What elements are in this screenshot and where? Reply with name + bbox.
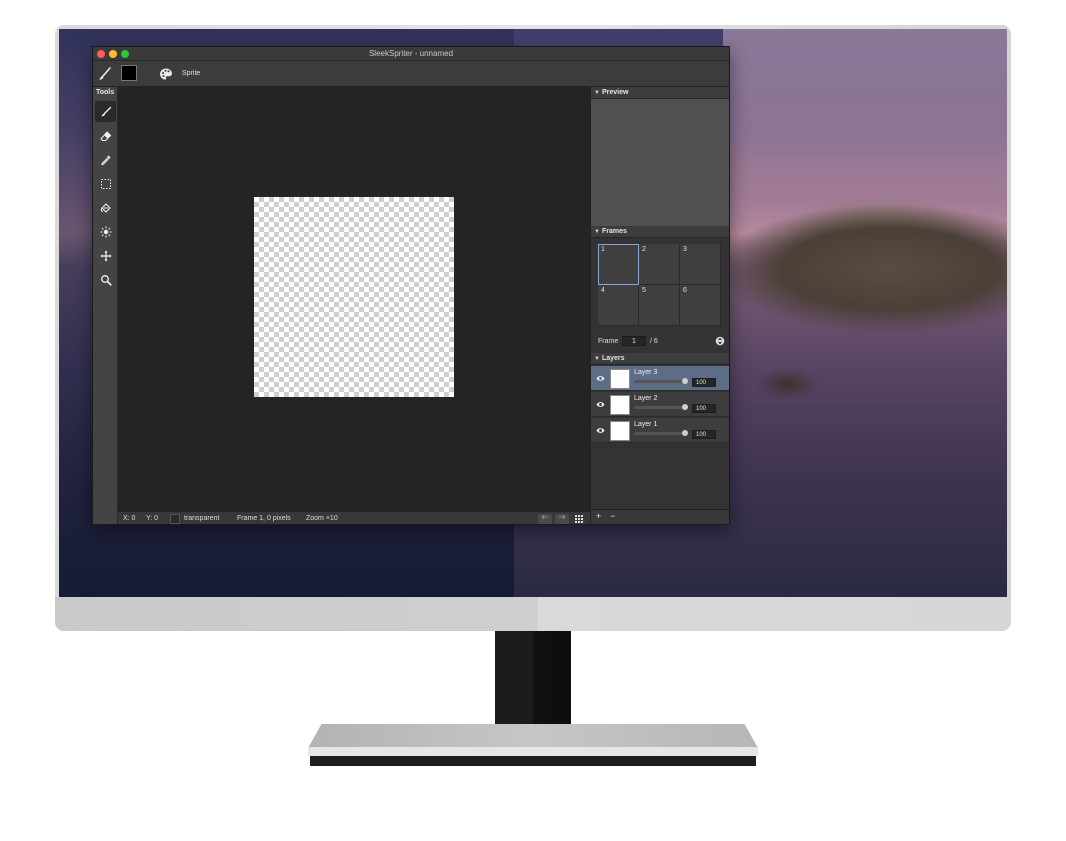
selection-icon — [100, 178, 111, 189]
tool-brush[interactable] — [95, 101, 116, 122]
status-bar: X: 0 Y: 0 transparent Frame 1, 0 pixels … — [118, 511, 590, 524]
move-icon — [100, 250, 111, 261]
eye-icon[interactable] — [596, 374, 605, 383]
brightness-icon — [99, 225, 112, 238]
remove-layer-button[interactable]: − — [610, 511, 615, 521]
tool-zoom[interactable] — [95, 269, 116, 290]
redo-button[interactable] — [555, 514, 569, 524]
frame-cell[interactable]: 1 — [598, 244, 639, 285]
frame-navigator: Frame 1 / 6 — [598, 336, 726, 347]
side-panels: ▼ Preview ▼ Frames 1 2 3 4 5 6 Frame 1 / 6… — [590, 87, 729, 524]
brush-icon — [101, 106, 111, 116]
cursor-x: X: 0 — [123, 515, 136, 522]
layer-name[interactable]: Layer 1 — [634, 421, 657, 428]
opacity-field[interactable]: 100 — [692, 430, 716, 439]
tool-brightness[interactable] — [95, 221, 116, 242]
layer-thumbnail — [610, 369, 630, 389]
monitor-chin — [55, 597, 1011, 631]
opacity-field[interactable]: 100 — [692, 404, 716, 413]
frames-header[interactable]: ▼ Frames — [591, 226, 729, 238]
frame-label: Frame — [598, 338, 619, 345]
hover-color-swatch — [170, 514, 180, 524]
frame-cell[interactable]: 3 — [680, 244, 721, 285]
frame-cell[interactable]: 6 — [680, 285, 721, 326]
canvas-area[interactable] — [118, 87, 590, 511]
disclosure-triangle-icon: ▼ — [594, 90, 600, 96]
eye-icon[interactable] — [596, 426, 605, 435]
mode-label[interactable]: Sprite — [182, 70, 200, 77]
app-window: SleekSpriter - unnamed Sprite Tools X: 0… — [92, 46, 730, 525]
hover-color-name: transparent — [184, 515, 220, 522]
slider-knob[interactable] — [682, 404, 688, 410]
opacity-field[interactable]: 100 — [692, 378, 716, 387]
eye-icon[interactable] — [596, 400, 605, 409]
palette-icon[interactable] — [159, 67, 173, 81]
disclosure-triangle-icon: ▼ — [594, 356, 600, 362]
layer-row[interactable]: Layer 2 100 — [591, 392, 729, 417]
zoom-icon — [100, 274, 112, 286]
title-bar[interactable]: SleekSpriter - unnamed — [93, 47, 729, 61]
eyedropper-icon — [100, 155, 110, 165]
color-swatch[interactable] — [121, 65, 137, 81]
toolbar: Sprite — [93, 61, 729, 87]
layer-row[interactable]: Layer 1 100 — [591, 418, 729, 443]
layer-thumbnail — [610, 395, 630, 415]
tool-eyedropper[interactable] — [95, 149, 116, 170]
zoom-level: Zoom ×10 — [306, 515, 338, 522]
cursor-y: Y: 0 — [146, 515, 159, 522]
window-title: SleekSpriter - unnamed — [368, 49, 454, 58]
frame-total: / 6 — [650, 338, 658, 345]
layers-footer: + − — [591, 509, 729, 524]
preview-header[interactable]: ▼ Preview — [591, 87, 729, 99]
brush-icon[interactable] — [97, 66, 113, 82]
eraser-icon — [99, 130, 111, 141]
tool-fill[interactable] — [95, 197, 116, 218]
tools-panel: Tools — [93, 87, 118, 524]
undo-icon — [541, 514, 548, 520]
frame-stepper-icon[interactable] — [715, 336, 725, 346]
frames-grid: 1 2 3 4 5 6 — [598, 244, 721, 326]
preview-area — [591, 99, 729, 226]
slider-knob[interactable] — [682, 430, 688, 436]
frame-cell[interactable]: 2 — [639, 244, 680, 285]
layers-header[interactable]: ▼ Layers — [591, 353, 729, 365]
layer-name[interactable]: Layer 3 — [634, 369, 657, 376]
slider-knob[interactable] — [682, 378, 688, 384]
monitor-stand-base — [308, 724, 758, 748]
layer-thumbnail — [610, 421, 630, 441]
layer-row[interactable]: Layer 3 100 — [591, 366, 729, 391]
add-layer-button[interactable]: + — [596, 511, 601, 521]
tools-title: Tools — [96, 89, 115, 96]
opacity-slider[interactable] — [634, 378, 688, 384]
frame-info: Frame 1, 0 pixels — [237, 515, 291, 522]
tool-selection[interactable] — [95, 173, 116, 194]
opacity-slider[interactable] — [634, 430, 688, 436]
tool-move[interactable] — [95, 245, 116, 266]
grid-icon[interactable] — [574, 514, 584, 524]
frame-cell[interactable]: 4 — [598, 285, 639, 326]
opacity-slider[interactable] — [634, 404, 688, 410]
frame-cell[interactable]: 5 — [639, 285, 680, 326]
fill-icon — [100, 202, 111, 213]
tool-eraser[interactable] — [95, 125, 116, 146]
layer-name[interactable]: Layer 2 — [634, 395, 657, 402]
disclosure-triangle-icon: ▼ — [594, 229, 600, 235]
redo-icon — [559, 514, 566, 520]
sprite-canvas[interactable] — [254, 197, 454, 397]
current-frame-field[interactable]: 1 — [622, 336, 646, 346]
undo-button[interactable] — [538, 514, 552, 524]
